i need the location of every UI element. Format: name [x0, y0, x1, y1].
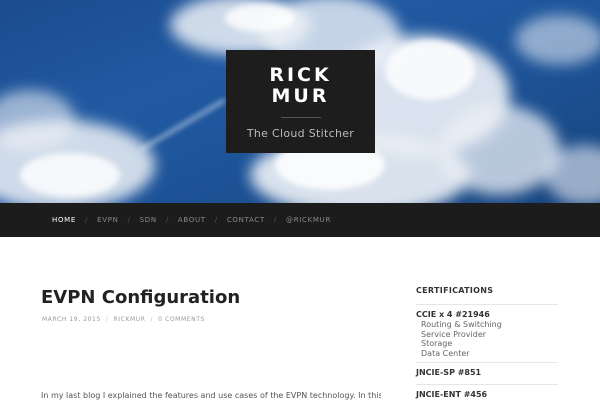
site-brand-box[interactable]: RICK MUR The Cloud Stitcher — [226, 50, 375, 153]
nav-separator: / — [214, 216, 218, 224]
nav-item-about[interactable]: ABOUT — [178, 216, 206, 224]
nav-item-sdn[interactable]: SDN — [140, 216, 157, 224]
nav-menu: HOME / EVPN / SDN / ABOUT / CONTACT / @RICKMUR — [0, 203, 600, 237]
cert-jncie-sp-title: JNCIE-SP #851 — [416, 368, 482, 377]
nav-separator: / — [273, 216, 278, 224]
cert-track: Routing & Switching — [421, 320, 502, 329]
nav-item-contact[interactable]: CONTACT — [227, 216, 265, 224]
nav-separator: / — [85, 216, 89, 224]
post-excerpt: In my last blog I explained the features… — [41, 391, 381, 400]
site-title-line1: RICK — [269, 64, 332, 86]
meta-separator: / — [105, 316, 109, 323]
site-title[interactable]: RICK MUR — [226, 65, 375, 107]
cert-jncie-ent-title: JNCIE-ENT #456 — [416, 390, 488, 399]
cert-jncie-ent: JNCIE-ENT #456 — [416, 385, 558, 399]
nav-separator: / — [165, 216, 169, 224]
cert-track: Storage — [421, 339, 453, 348]
nav-item-evpn[interactable]: EVPN — [97, 216, 118, 224]
post-comments-link[interactable]: 0 COMMENTS — [158, 316, 205, 323]
nav-item-rickmur[interactable]: @RICKMUR — [286, 216, 331, 224]
cert-ccie-title: CCIE x 4 #21946 — [416, 310, 490, 319]
brand-divider — [280, 117, 321, 118]
cert-jncie-sp: JNCIE-SP #851 — [416, 363, 558, 377]
nav-item-home[interactable]: HOME — [52, 216, 76, 224]
site-tagline: The Cloud Stitcher — [246, 127, 355, 140]
main-navigation: HOME / EVPN / SDN / ABOUT / CONTACT / @RICKMUR — [0, 203, 600, 237]
meta-separator: / — [150, 316, 154, 323]
site-title-line2: MUR — [271, 85, 330, 107]
cert-track: Service Provider — [421, 329, 487, 339]
header-banner: RICK MUR The Cloud Stitcher — [0, 0, 600, 203]
sidebar: CERTIFICATIONS CCIE x 4 #21946 Routing &… — [416, 286, 558, 399]
post-author[interactable]: RICKMUR — [114, 316, 146, 323]
post-meta: MARCH 19, 2015 / RICKMUR / 0 COMMENTS — [42, 316, 205, 323]
widget-title-certifications: CERTIFICATIONS — [416, 286, 494, 295]
cert-ccie: CCIE x 4 #21946 Routing & Switching Serv… — [416, 305, 558, 358]
cert-track: Data Center — [421, 348, 470, 358]
post-date[interactable]: MARCH 19, 2015 — [42, 316, 101, 323]
post-title[interactable]: EVPN Configuration — [41, 287, 240, 308]
nav-separator: / — [127, 216, 131, 224]
